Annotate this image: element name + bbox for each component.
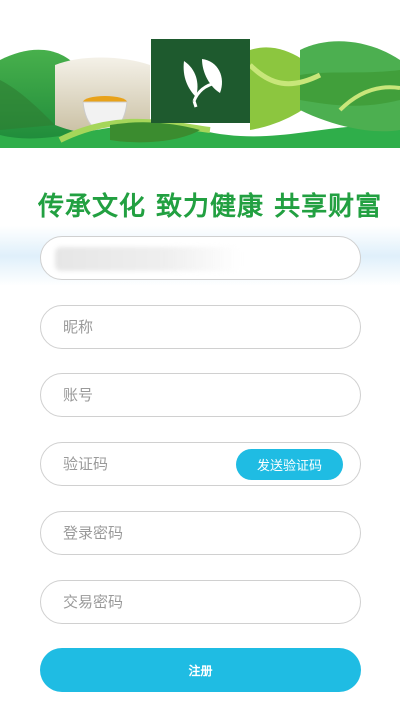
logo (151, 39, 250, 123)
referrer-field[interactable] (40, 236, 361, 280)
register-button[interactable]: 注册 (40, 648, 361, 692)
account-field[interactable] (40, 373, 361, 417)
login-password-field[interactable] (40, 511, 361, 555)
account-input[interactable] (63, 374, 253, 416)
send-code-button[interactable]: 发送验证码 (236, 449, 343, 480)
trade-password-field[interactable] (40, 580, 361, 624)
tea-leaf-icon (183, 59, 222, 108)
verification-code-field[interactable]: 发送验证码 (40, 442, 361, 486)
slogan: 传承文化 致力健康 共享财富 (38, 192, 383, 222)
login-password-input[interactable] (63, 512, 253, 554)
nickname-input[interactable] (63, 306, 253, 348)
nickname-field[interactable] (40, 305, 361, 349)
trade-password-input[interactable] (63, 581, 253, 623)
referrer-input[interactable] (63, 237, 253, 279)
verification-code-input[interactable] (63, 443, 253, 485)
